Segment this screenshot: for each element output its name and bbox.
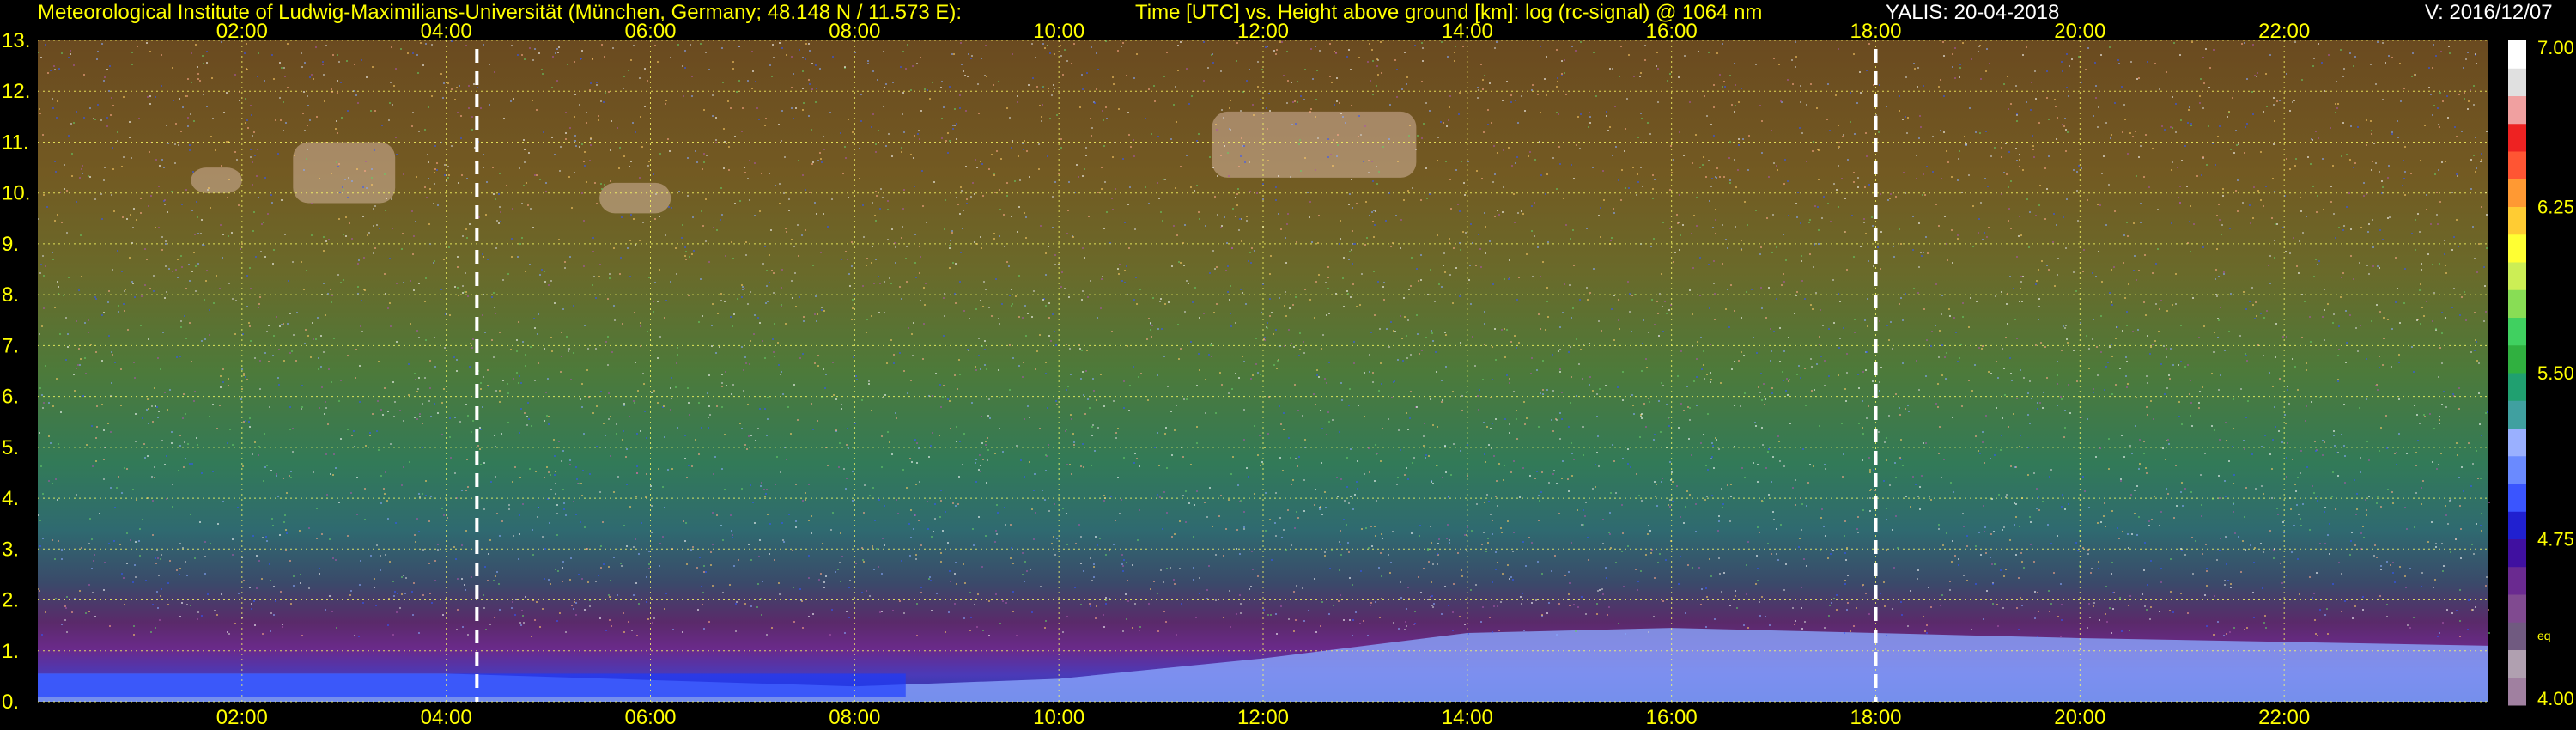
colorbar: 4.00 4.75 5.50 6.25 7.00 eq <box>2508 37 2574 709</box>
x-tick-label-bottom: 20:00 <box>2054 706 2105 729</box>
colorbar-segment <box>2508 455 2526 484</box>
colorbar-label: 7.00 <box>2537 37 2574 58</box>
colorbar-label: 4.75 <box>2537 529 2574 551</box>
colorbar-label: 6.25 <box>2537 197 2574 218</box>
y-tick-label: 11. <box>2 131 29 154</box>
x-tick-label-bottom: 22:00 <box>2258 706 2310 729</box>
colorbar-segment <box>2508 317 2526 346</box>
cirrus-patch <box>191 167 242 193</box>
x-tick-label-bottom: 08:00 <box>829 706 880 729</box>
x-tick-label-bottom: 02:00 <box>216 706 268 729</box>
lidar-heatmap-chart: 02:00 04:00 06:00 08:00 10:00 12:00 14:00 16:00… <box>2 20 2574 729</box>
y-tick-label: 3. <box>2 538 19 561</box>
x-tick-label-top: 22:00 <box>2258 20 2310 43</box>
x-tick-label-bottom: 10:00 <box>1033 706 1084 729</box>
y-tick-label: 9. <box>2 233 19 256</box>
x-tick-label-bottom: 18:00 <box>1850 706 1901 729</box>
y-tick-label: 4. <box>2 487 19 510</box>
colorbar-label: 4.00 <box>2537 688 2574 709</box>
axes-description: Time [UTC] vs. Height above ground [km]:… <box>1135 1 1763 24</box>
x-ticks-bottom: 02:00 04:00 06:00 08:00 10:00 12:00 14:00 16:00… <box>216 706 2310 729</box>
y-tick-label: 1. <box>2 640 19 663</box>
institute-label: Meteorological Institute of Ludwig-Maxim… <box>38 1 963 24</box>
colorbar-segment <box>2508 40 2526 69</box>
y-tick-label: 8. <box>2 283 19 307</box>
colorbar-segment <box>2508 262 2526 290</box>
colorbar-segment <box>2508 511 2526 539</box>
colorbar-note: eq <box>2537 629 2551 642</box>
y-tick-label: 6. <box>2 386 19 409</box>
y-tick-label: 7. <box>2 334 19 357</box>
colorbar-segment <box>2508 95 2526 125</box>
colorbar-segment <box>2508 289 2526 318</box>
y-tick-label: 5. <box>2 436 19 459</box>
colorbar-segment <box>2508 566 2526 595</box>
instrument-date: YALIS: 20-04-2018 <box>1886 1 2060 24</box>
cirrus-patch <box>1212 111 1417 178</box>
colorbar-segment <box>2508 179 2526 207</box>
colorbar-segment <box>2508 484 2526 512</box>
x-tick-label-top: 20:00 <box>2054 20 2105 43</box>
x-tick-label-bottom: 16:00 <box>1646 706 1698 729</box>
colorbar-segment <box>2508 234 2526 263</box>
y-tick-label: 0. <box>2 690 19 714</box>
colorbar-segment <box>2508 344 2526 374</box>
y-tick-label: 13. <box>2 29 30 52</box>
x-tick-label-bottom: 06:00 <box>624 706 676 729</box>
y-ticks: 0. 1. 2. 3. 4. 5. 6. 7. 8. 9. 10. 11. 12. 13. <box>2 29 30 714</box>
y-tick-label: 12. <box>2 80 30 103</box>
colorbar-label: 5.50 <box>2537 362 2574 384</box>
x-tick-label-bottom: 12:00 <box>1237 706 1289 729</box>
x-tick-label-bottom: 14:00 <box>1442 706 1493 729</box>
colorbar-segment <box>2508 68 2526 96</box>
x-tick-label-top: 10:00 <box>1033 20 1084 43</box>
colorbar-segment <box>2508 151 2526 179</box>
cirrus-patch <box>293 142 396 204</box>
colorbar-segment <box>2508 428 2526 457</box>
version-label: V: 2016/12/07 <box>2425 1 2553 24</box>
colorbar-segment <box>2508 206 2526 235</box>
colorbar-segment <box>2508 123 2526 152</box>
colorbar-segment <box>2508 649 2526 678</box>
colorbar-segment <box>2508 622 2526 650</box>
y-tick-label: 2. <box>2 589 19 612</box>
cirrus-patch <box>599 182 671 214</box>
nocturnal-layer <box>38 673 906 697</box>
x-tick-label-bottom: 04:00 <box>421 706 472 729</box>
y-tick-label: 10. <box>2 182 30 205</box>
colorbar-segment <box>2508 373 2526 401</box>
colorbar-segment <box>2508 400 2526 429</box>
colorbar-segment <box>2508 594 2526 623</box>
colorbar-segment <box>2508 677 2526 706</box>
colorbar-segment <box>2508 538 2526 568</box>
